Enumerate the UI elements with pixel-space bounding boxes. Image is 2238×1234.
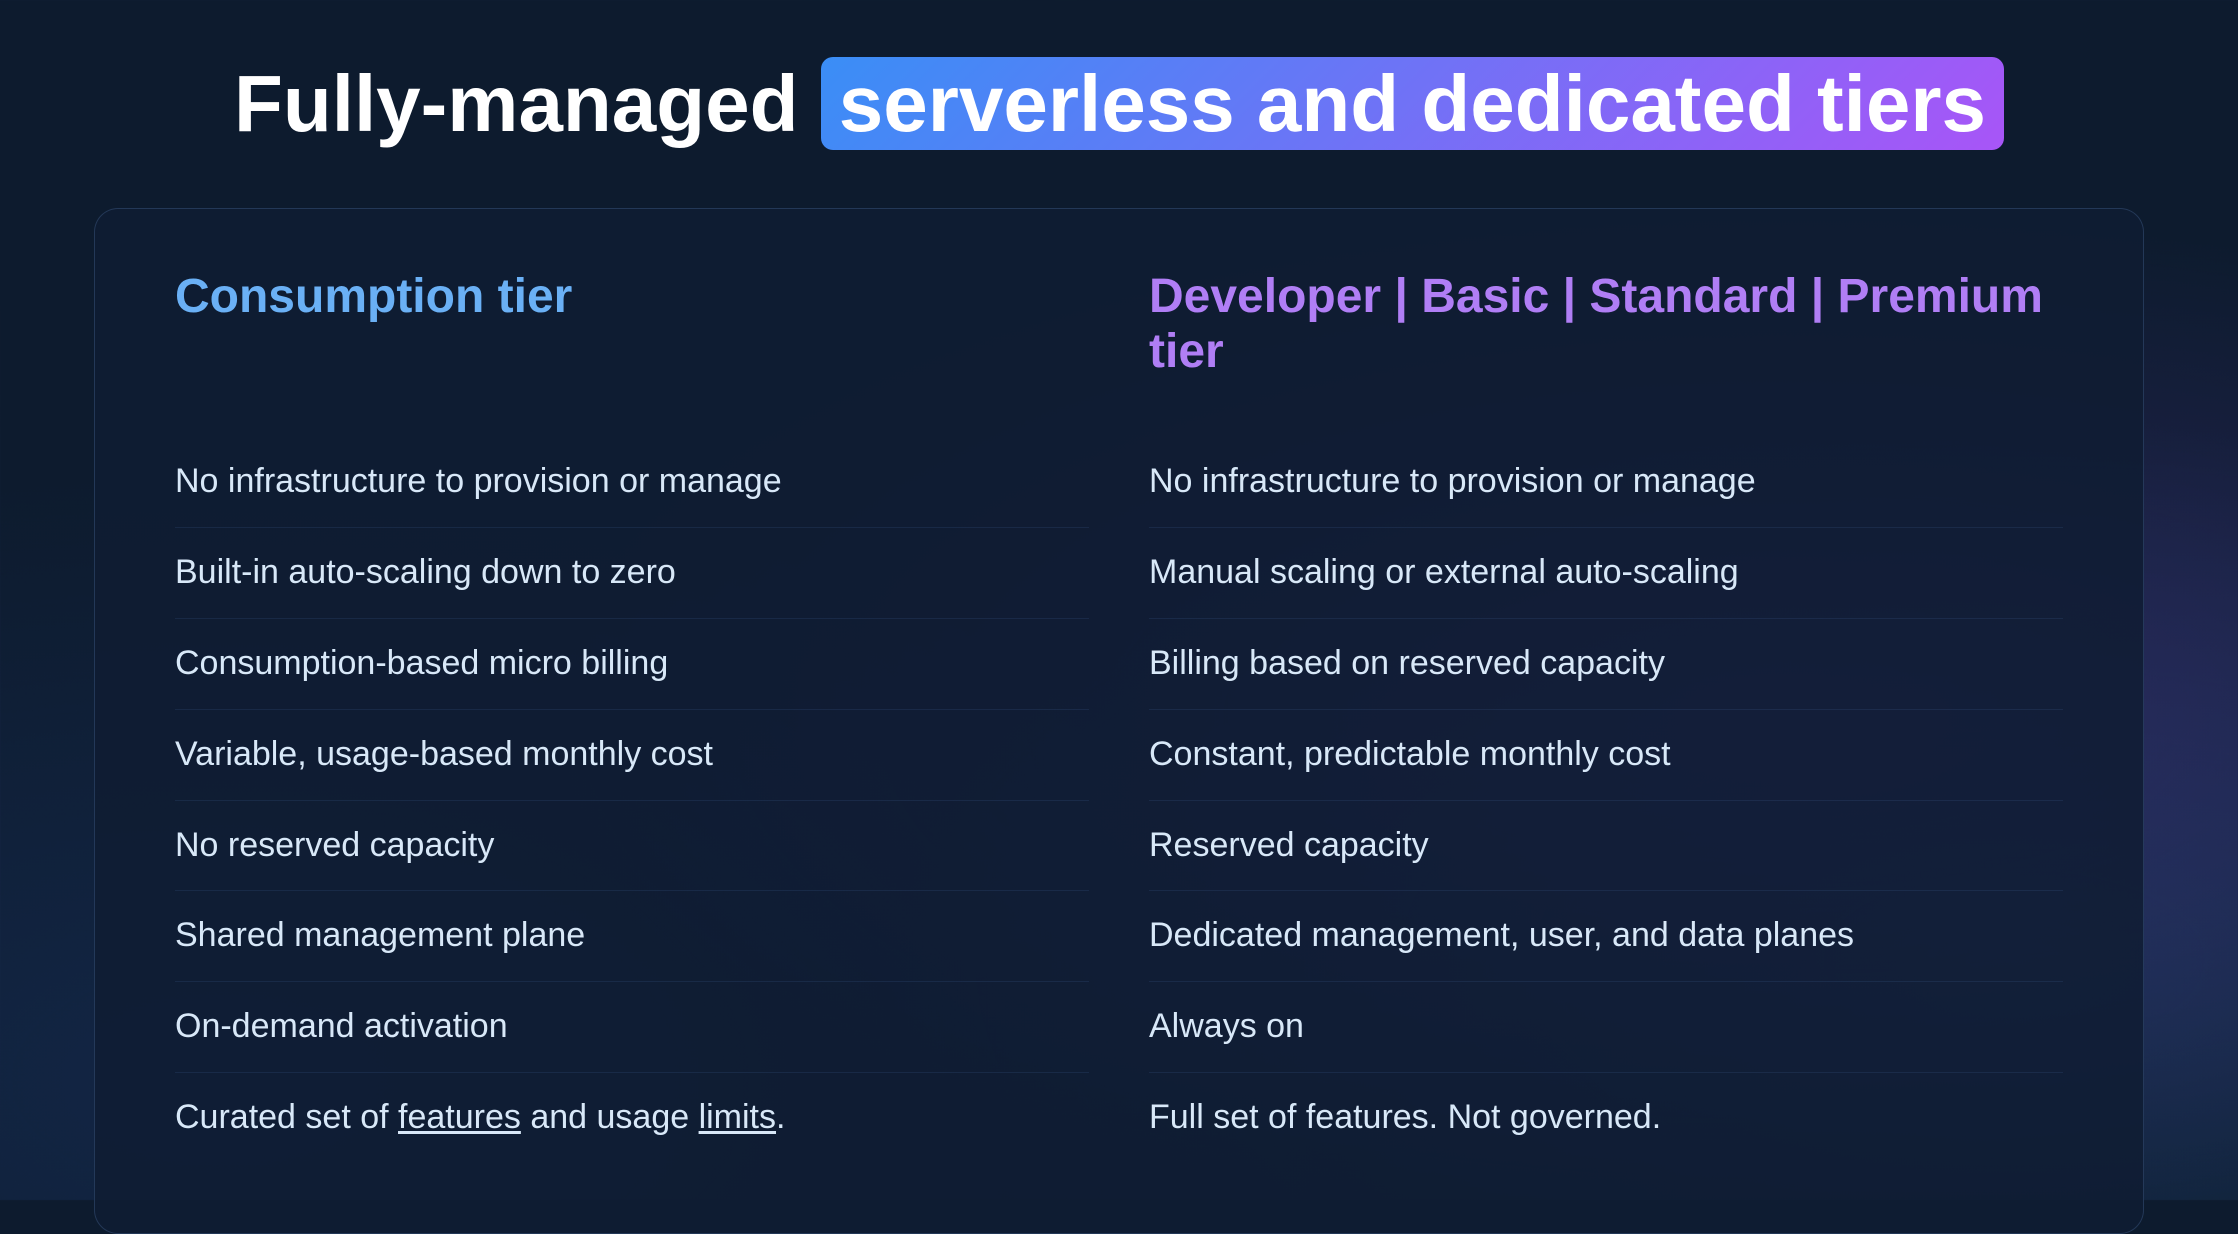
list-item: Reserved capacity [1149,801,2063,892]
list-item: Shared management plane [175,891,1089,982]
list-item: Consumption-based micro billing [175,619,1089,710]
title-prefix: Fully-managed [234,59,821,148]
limits-link[interactable]: limits [699,1098,776,1136]
list-item: Constant, predictable monthly cost [1149,710,2063,801]
list-item: On-demand activation [175,982,1089,1073]
list-item: Manual scaling or external auto-scaling [1149,528,2063,619]
right-column-header: Developer | Basic | Standard | Premium t… [1149,269,2063,389]
list-item: No reserved capacity [175,801,1089,892]
list-item: Built-in auto-scaling down to zero [175,528,1089,619]
title-highlight: serverless and dedicated tiers [821,57,2004,150]
comparison-card: Consumption tier Developer | Basic | Sta… [94,208,2144,1234]
left-feature-list: No infrastructure to provision or manage… [175,437,1089,1163]
features-link[interactable]: features [398,1098,521,1136]
list-item: No infrastructure to provision or manage [175,437,1089,528]
list-item: Dedicated management, user, and data pla… [1149,891,2063,982]
list-item: Billing based on reserved capacity [1149,619,2063,710]
page-title: Fully-managed serverless and dedicated t… [80,60,2158,148]
list-item: No infrastructure to provision or manage [1149,437,2063,528]
list-item: Always on [1149,982,2063,1073]
list-item: Variable, usage-based monthly cost [175,710,1089,801]
list-item-features-links: Curated set of features and usage limits… [175,1073,1089,1163]
right-feature-list: No infrastructure to provision or manage… [1149,437,2063,1163]
left-column-header: Consumption tier [175,269,1089,389]
title-area: Fully-managed serverless and dedicated t… [80,60,2158,148]
list-item: Full set of features. Not governed. [1149,1073,2063,1163]
